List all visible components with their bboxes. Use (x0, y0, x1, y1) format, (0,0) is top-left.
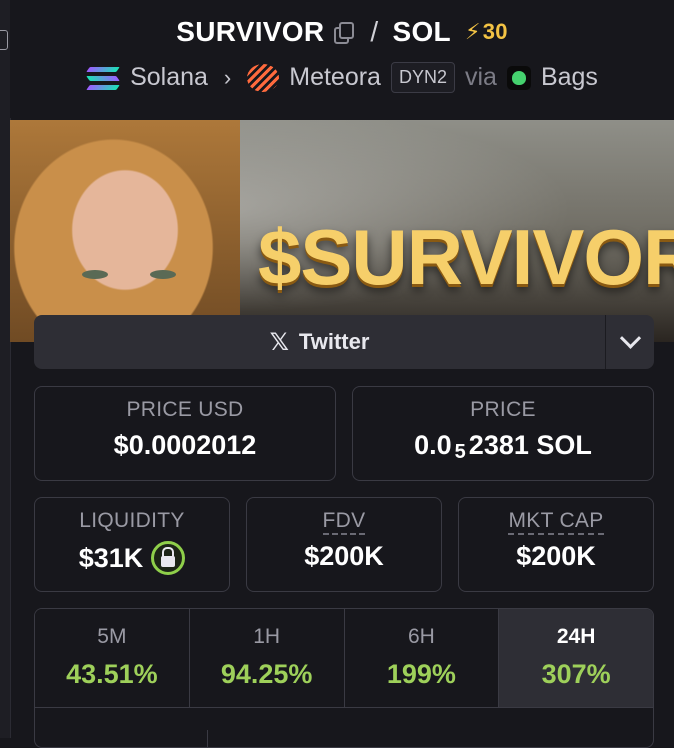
solana-icon (86, 66, 120, 90)
twitter-button[interactable]: 𝕏 Twitter (34, 315, 605, 369)
liquidity-card: LIQUIDITY $31K (34, 497, 230, 592)
liquidity-value-row: $31K (35, 541, 229, 575)
via-label: via (464, 63, 497, 91)
fdv-label[interactable]: FDV (322, 509, 366, 535)
price-native-zero-count: 5 (454, 441, 466, 463)
banner-portrait (10, 120, 240, 342)
boost-badge[interactable]: ⚡ 30 (465, 19, 508, 45)
timeframe-tabs: 5M 43.51% 1H 94.25% 6H 199% 24H 307% (35, 609, 653, 708)
pair-header: SURVIVOR / SOL ⚡ 30 Solana › Meteora DYN… (10, 0, 674, 118)
banner-eye-left (82, 270, 108, 279)
lock-icon[interactable] (151, 541, 186, 575)
price-native-value: 0.0 5 2381 SOL (353, 430, 653, 463)
pair-title: SURVIVOR / SOL ⚡ 30 (10, 16, 674, 48)
banner-ticker: $SURVIVOR (258, 213, 674, 301)
timeframe-label: 24H (556, 625, 596, 648)
price-change-value: 43.51% (66, 659, 158, 689)
timeframe-label: 1H (253, 625, 281, 648)
price-native-card: PRICE 0.0 5 2381 SOL (352, 386, 654, 481)
price-native-prefix: 0.0 (414, 430, 452, 460)
pair-separator: / (370, 16, 379, 47)
tab-5m[interactable]: 5M 43.51% (35, 609, 190, 707)
price-change-value: 94.25% (220, 659, 313, 689)
price-native-rest: 2381 SOL (468, 430, 592, 460)
price-change-value: 199% (386, 659, 456, 689)
pool-type-badge: DYN2 (390, 62, 455, 93)
chevron-down-icon (619, 327, 641, 349)
mkt-cap-label[interactable]: MKT CAP (508, 509, 604, 535)
twitter-label: Twitter (298, 329, 370, 354)
pair-breadcrumb: Solana › Meteora DYN2 via Bags (10, 62, 674, 93)
txn-stats-row (35, 708, 653, 747)
fdv-value: $200K (304, 541, 384, 571)
timeframe-label: 5M (97, 625, 127, 648)
x-icon: 𝕏 (269, 328, 289, 356)
base-token-symbol: SURVIVOR (176, 16, 325, 47)
price-change-value: 307% (541, 659, 611, 689)
price-usd-card: PRICE USD $0.0002012 (34, 386, 336, 481)
mkt-cap-card: MKT CAP $200K (458, 497, 654, 592)
chain-link[interactable]: Solana (130, 63, 208, 92)
meteora-icon (247, 63, 280, 92)
chevron-right-icon: › (223, 64, 232, 90)
divider (207, 730, 208, 747)
price-native-label: PRICE (470, 398, 536, 421)
lightning-icon: ⚡ (464, 19, 481, 44)
price-change-timeframes: 5M 43.51% 1H 94.25% 6H 199% 24H 307% (34, 608, 654, 748)
social-dropdown-button[interactable] (605, 315, 654, 369)
banner-eye-right (150, 270, 176, 279)
token-banner-image: $SURVIVOR (10, 120, 674, 342)
quote-token-symbol: SOL (392, 16, 451, 47)
launchpad-link[interactable]: Bags (541, 63, 598, 92)
dex-link[interactable]: Meteora (289, 63, 381, 92)
bags-icon (506, 65, 531, 90)
tab-24h[interactable]: 24H 307% (499, 609, 653, 707)
timeframe-label: 6H (407, 625, 435, 648)
fdv-card: FDV $200K (246, 497, 442, 592)
price-usd-value: $0.0002012 (113, 430, 257, 460)
mkt-cap-value: $200K (516, 541, 596, 571)
liquidity-label: LIQUIDITY (79, 509, 185, 532)
tab-1h[interactable]: 1H 94.25% (189, 609, 345, 707)
panel-toggle-icon[interactable] (0, 30, 8, 50)
boost-count: 30 (482, 19, 508, 44)
price-usd-label: PRICE USD (126, 398, 244, 421)
liquidity-value: $31K (78, 542, 144, 573)
copy-icon[interactable] (334, 22, 355, 44)
social-links-bar: 𝕏 Twitter (34, 315, 654, 369)
tab-6h[interactable]: 6H 199% (344, 609, 500, 707)
